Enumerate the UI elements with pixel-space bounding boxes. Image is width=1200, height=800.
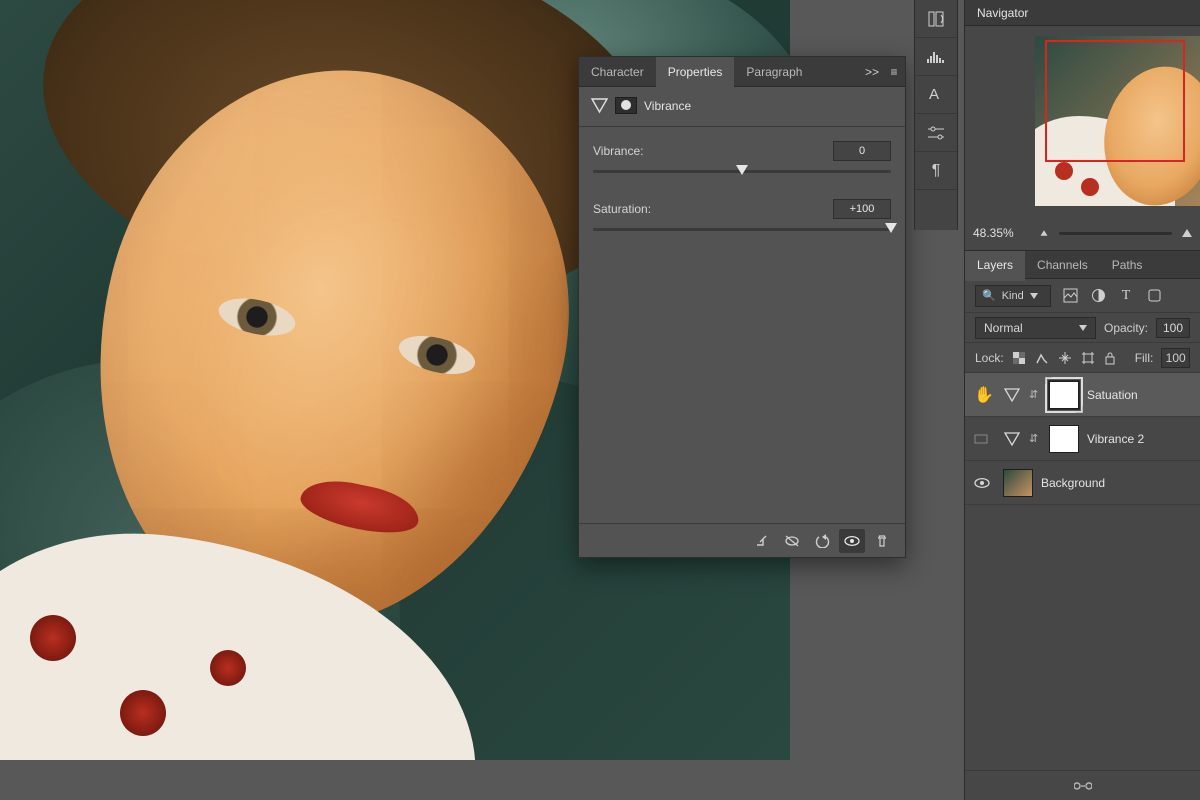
layers-panel: Layers Channels Paths 🔍 Kind T Normal Op…	[964, 250, 1200, 800]
fill-label: Fill:	[1135, 351, 1154, 365]
saturation-slider[interactable]	[593, 223, 891, 237]
tab-paragraph[interactable]: Paragraph	[734, 57, 814, 87]
adjustment-title: Vibrance	[644, 99, 691, 113]
adjustments-panel-icon[interactable]	[915, 114, 957, 152]
blend-mode-dropdown[interactable]: Normal	[975, 317, 1096, 339]
tab-layers[interactable]: Layers	[965, 251, 1025, 281]
flower-shape	[120, 690, 166, 736]
tab-character[interactable]: Character	[579, 57, 656, 87]
filter-type-icon[interactable]: T	[1117, 287, 1135, 305]
lock-all-icon[interactable]	[1104, 351, 1119, 365]
navigator-preview[interactable]	[1035, 36, 1200, 206]
tab-paths[interactable]: Paths	[1100, 251, 1155, 281]
saturation-slider-thumb[interactable]	[885, 223, 897, 233]
histogram-panel-icon[interactable]	[915, 38, 957, 76]
filter-kind-dropdown[interactable]: 🔍 Kind	[975, 285, 1051, 307]
link-icon: ⇵	[1029, 388, 1041, 401]
panel-collapse-button[interactable]: >>	[861, 65, 883, 79]
blend-mode-value: Normal	[984, 321, 1023, 335]
delete-adjustment-button[interactable]	[869, 529, 895, 553]
layer-row[interactable]: ✋ ⇵ Satuation	[965, 373, 1200, 417]
navigator-zoom-slider[interactable]	[1059, 232, 1172, 235]
vibrance-adjustment-icon	[591, 97, 608, 114]
navigator-title: Navigator	[965, 0, 1200, 26]
layer-row[interactable]: ⇵ Vibrance 2	[965, 417, 1200, 461]
opacity-value-input[interactable]: 100	[1156, 318, 1190, 338]
navigator-panel: Navigator 48.35%	[964, 0, 1200, 250]
lock-position-icon[interactable]	[1058, 351, 1073, 365]
view-previous-state-button[interactable]	[779, 529, 805, 553]
search-icon: 🔍	[982, 289, 996, 302]
layer-name[interactable]: Vibrance 2	[1087, 432, 1144, 446]
properties-header: Vibrance	[579, 87, 905, 124]
layer-name[interactable]: Satuation	[1087, 388, 1138, 402]
navigator-zoom-row: 48.35%	[973, 222, 1192, 244]
tab-properties[interactable]: Properties	[656, 57, 735, 87]
layer-name[interactable]: Background	[1041, 476, 1105, 490]
layer-list: ✋ ⇵ Satuation ⇵ Vibrance 2 Background	[965, 373, 1200, 505]
vibrance-adjustment-icon	[1003, 430, 1021, 448]
clip-to-layer-button[interactable]	[749, 529, 775, 553]
reset-button[interactable]	[809, 529, 835, 553]
layer-mask-thumbnail[interactable]	[1049, 425, 1079, 453]
saturation-label: Saturation:	[593, 202, 651, 216]
visibility-toggle[interactable]: ✋	[973, 385, 995, 405]
filter-pixel-icon[interactable]	[1061, 287, 1079, 305]
lock-label: Lock:	[975, 351, 1004, 365]
lock-transparency-icon[interactable]	[1012, 351, 1027, 365]
panel-menu-button[interactable]: ≡	[883, 65, 905, 79]
visibility-toggle[interactable]	[973, 476, 995, 490]
tab-channels[interactable]: Channels	[1025, 251, 1100, 281]
vibrance-value-input[interactable]: 0	[833, 141, 891, 161]
vibrance-slider-thumb[interactable]	[736, 165, 748, 175]
layer-mask-thumbnail[interactable]	[1049, 381, 1079, 409]
layer-thumbnail[interactable]	[1003, 469, 1033, 497]
lock-row: Lock: Fill: 100	[965, 343, 1200, 373]
opacity-label: Opacity:	[1104, 321, 1148, 335]
properties-tabbar: Character Properties Paragraph >> ≡	[579, 57, 905, 87]
link-icon: ⇵	[1029, 432, 1041, 445]
filter-shape-icon[interactable]	[1145, 287, 1163, 305]
properties-footer	[579, 523, 905, 557]
link-layers-button[interactable]	[1074, 780, 1092, 792]
navigator-viewport-box[interactable]	[1045, 40, 1185, 162]
filter-kind-label: Kind	[1002, 290, 1024, 302]
character-panel-icon[interactable]: A	[915, 76, 957, 114]
flower-shape	[210, 650, 246, 686]
navigator-zoom-value[interactable]: 48.35%	[973, 226, 1029, 240]
chevron-down-icon	[1079, 325, 1087, 331]
vibrance-adjustment-icon	[1003, 386, 1021, 404]
vibrance-slider[interactable]	[593, 165, 891, 179]
zoom-out-icon[interactable]	[1041, 230, 1048, 236]
blend-row: Normal Opacity: 100	[965, 313, 1200, 343]
flower-shape	[30, 615, 76, 661]
vibrance-label: Vibrance:	[593, 144, 643, 158]
layer-filter-row: 🔍 Kind T	[965, 279, 1200, 313]
visibility-toggle[interactable]	[973, 432, 995, 446]
layers-footer	[965, 770, 1200, 800]
vibrance-row: Vibrance: 0	[579, 135, 905, 193]
layer-row[interactable]: Background	[965, 461, 1200, 505]
filter-adjustment-icon[interactable]	[1089, 287, 1107, 305]
lock-artboard-icon[interactable]	[1081, 351, 1096, 365]
divider	[579, 126, 905, 127]
collapsed-panel-strip: A ¶	[914, 0, 958, 230]
layer-mask-icon[interactable]	[615, 97, 637, 114]
lock-image-icon[interactable]	[1035, 351, 1050, 365]
saturation-row: Saturation: +100	[579, 193, 905, 251]
properties-panel: Character Properties Paragraph >> ≡ Vibr…	[578, 56, 906, 558]
history-panel-icon[interactable]	[915, 0, 957, 38]
toggle-visibility-button[interactable]	[839, 529, 865, 553]
paragraph-panel-icon[interactable]: ¶	[915, 152, 957, 190]
saturation-value-input[interactable]: +100	[833, 199, 891, 219]
chevron-down-icon	[1030, 293, 1038, 299]
layers-tabbar: Layers Channels Paths	[965, 251, 1200, 279]
fill-value-input[interactable]: 100	[1161, 348, 1190, 368]
zoom-in-icon[interactable]	[1182, 229, 1192, 237]
